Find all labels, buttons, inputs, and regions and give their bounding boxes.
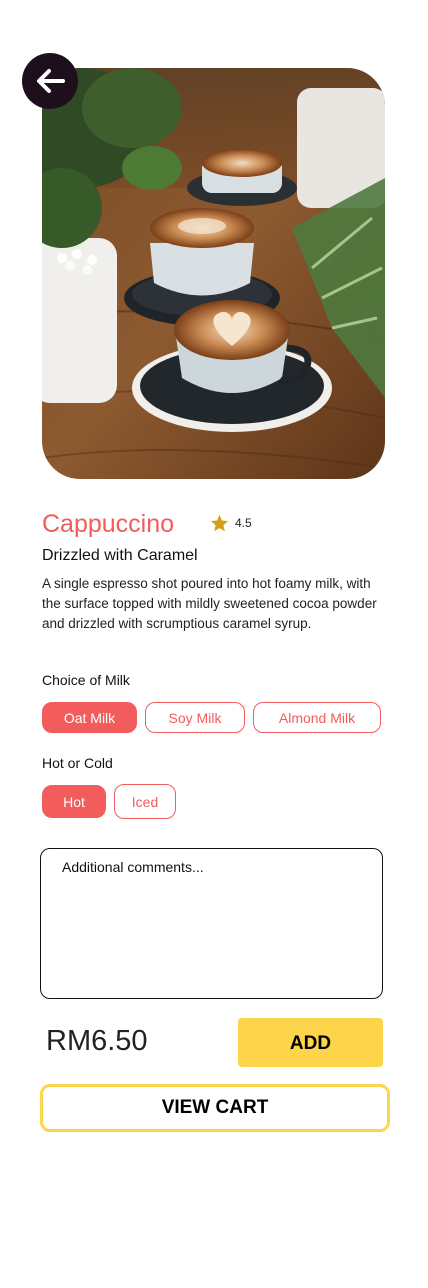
milk-option-soy[interactable]: Soy Milk <box>145 702 245 733</box>
add-button[interactable]: ADD <box>238 1018 383 1067</box>
rating-value: 4.5 <box>235 516 252 530</box>
comments-field[interactable] <box>40 848 383 999</box>
coffee-photo-illustration <box>42 68 385 479</box>
product-image <box>42 68 385 479</box>
product-subtitle: Drizzled with Caramel <box>42 547 198 564</box>
view-cart-button[interactable]: VIEW CART <box>40 1084 390 1132</box>
product-name: Cappuccino <box>42 510 175 538</box>
arrow-left-icon <box>37 69 65 93</box>
temperature-option-hot[interactable]: Hot <box>42 785 106 818</box>
milk-section-label: Choice of Milk <box>42 672 130 688</box>
temperature-option-iced[interactable]: Iced <box>114 784 176 819</box>
star-icon <box>210 514 229 532</box>
temperature-section-label: Hot or Cold <box>42 755 113 771</box>
milk-option-oat[interactable]: Oat Milk <box>42 702 137 733</box>
back-button[interactable] <box>22 53 78 109</box>
milk-option-almond[interactable]: Almond Milk <box>253 702 381 733</box>
product-description: A single espresso shot poured into hot f… <box>42 576 377 631</box>
rating: 4.5 <box>210 513 252 533</box>
price: RM6.50 <box>46 1025 148 1057</box>
